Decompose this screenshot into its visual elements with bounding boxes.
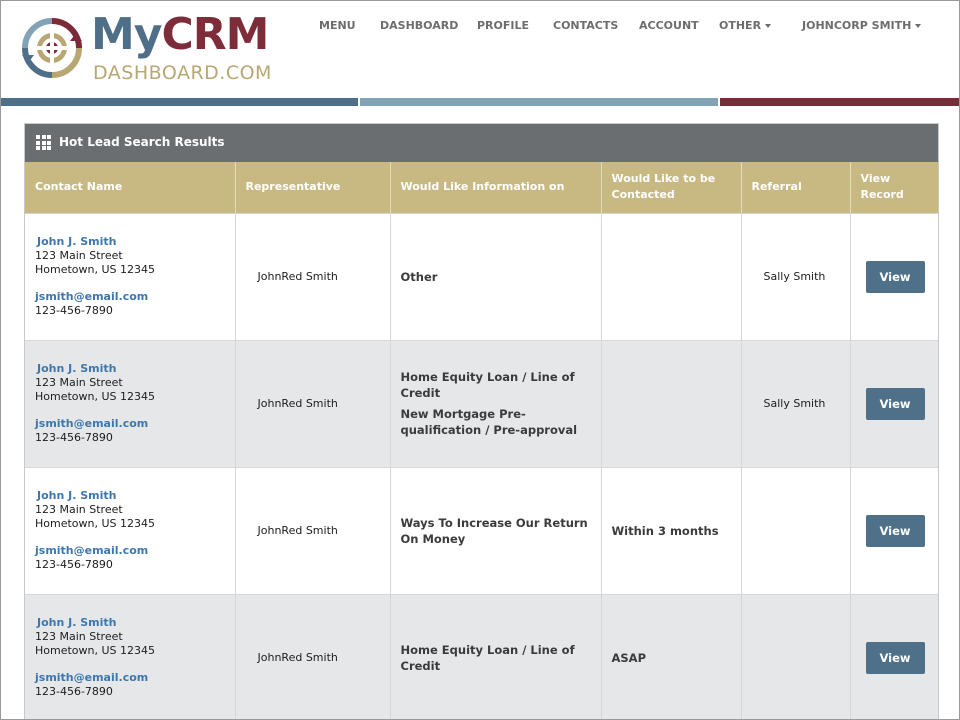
nav-other-dropdown[interactable]: OTHER (719, 19, 772, 32)
chevron-down-icon (915, 24, 922, 28)
nav-user-dropdown[interactable]: JOHNCORP SMITH (802, 19, 922, 32)
information-item: New Mortgage Pre-qualification / Pre-app… (400, 407, 578, 437)
table-row: John J. Smith 123 Main Street Hometown, … (25, 593, 938, 719)
results-table: Contact Name Representative Would Like I… (25, 162, 938, 719)
contact-name-link[interactable]: John J. Smith (37, 235, 225, 249)
information-cell: Home Equity Loan / Line of Credit (390, 593, 602, 719)
contact-street: 123 Main Street (35, 503, 123, 516)
contact-city: Hometown, US 12345 (35, 517, 156, 530)
chevron-down-icon (765, 24, 772, 28)
nav-user-label: JOHNCORP SMITH (802, 19, 912, 32)
contact-cell: John J. Smith 123 Main Street Hometown, … (25, 593, 236, 719)
accent-stripe-maroon (719, 98, 959, 106)
grid-icon (36, 135, 51, 150)
contact-cell: John J. Smith 123 Main Street Hometown, … (25, 339, 236, 467)
information-item: Home Equity Loan / Line of Credit (400, 642, 575, 673)
contact-email-link[interactable]: jsmith@email.com (35, 544, 225, 558)
nav-contacts[interactable]: CONTACTS (553, 19, 618, 32)
information-item: Other (400, 269, 438, 284)
brand-name-my: My (91, 9, 162, 60)
nav-other-label: OTHER (719, 19, 762, 32)
view-cell: View (850, 466, 938, 594)
table-row: John J. Smith 123 Main Street Hometown, … (25, 339, 938, 467)
contact-phone: 123-456-7890 (35, 304, 113, 317)
accent-stripe-blue (1, 98, 359, 106)
contact-phone: 123-456-7890 (35, 431, 113, 444)
brand-name: MyCRM (91, 9, 269, 61)
information-cell: Ways To Increase Our Return On Money (390, 466, 602, 594)
nav-profile[interactable]: PROFILE (477, 19, 529, 32)
brand-name-crm: CRM (161, 9, 269, 60)
contact-email-link[interactable]: jsmith@email.com (35, 290, 225, 304)
contact-name-link[interactable]: John J. Smith (37, 362, 225, 376)
referral-cell (741, 466, 851, 594)
stripe-divider (358, 98, 360, 106)
contact-cell: John J. Smith 123 Main Street Hometown, … (25, 466, 236, 594)
contact-cell: John J. Smith 123 Main Street Hometown, … (25, 212, 236, 340)
logo[interactable]: MyCRM DASHBOARD.COM (19, 9, 319, 86)
column-header-view-record[interactable]: View Record (850, 162, 938, 213)
panel-header: Hot Lead Search Results (25, 124, 938, 162)
contact-city: Hometown, US 12345 (35, 263, 156, 276)
representative-cell: JohnRed Smith (235, 466, 391, 594)
contact-street: 123 Main Street (35, 249, 123, 262)
column-header-referral[interactable]: Referral (741, 162, 851, 213)
contact-street: 123 Main Street (35, 630, 123, 644)
accent-stripe-light-blue (359, 98, 719, 106)
site-header: MyCRM DASHBOARD.COM MENU DASHBOARD PROFI… (1, 1, 959, 98)
contact-name-link[interactable]: John J. Smith (37, 616, 225, 630)
representative-cell: JohnRed Smith (235, 593, 391, 719)
view-cell: View (850, 212, 938, 340)
contact-city: Hometown, US 12345 (35, 644, 156, 658)
contact-phone: 123-456-7890 (35, 558, 113, 571)
results-panel: Hot Lead Search Results Contact Name Rep… (24, 123, 939, 719)
nav-account[interactable]: ACCOUNT (639, 19, 699, 32)
logo-emblem-icon (22, 18, 82, 78)
table-header-row: Contact Name Representative Would Like I… (25, 162, 938, 213)
nav-menu[interactable]: MENU (319, 19, 356, 32)
information-item: Ways To Increase Our Return On Money (400, 515, 588, 546)
contact-street: 123 Main Street (35, 376, 123, 389)
representative-cell: JohnRed Smith (235, 212, 391, 340)
contacted-cell (601, 339, 742, 467)
information-item: Home Equity Loan / Line of Credit (400, 370, 575, 400)
view-cell: View (850, 339, 938, 467)
contact-name-link[interactable]: John J. Smith (37, 489, 225, 503)
column-header-representative[interactable]: Representative (235, 162, 391, 213)
contact-city: Hometown, US 12345 (35, 390, 156, 403)
table-row: John J. Smith 123 Main Street Hometown, … (25, 212, 938, 340)
information-cell: Home Equity Loan / Line of Credit New Mo… (390, 339, 602, 467)
column-header-information[interactable]: Would Like Information on (390, 162, 602, 213)
column-header-contacted[interactable]: Would Like to be Contacted (601, 162, 742, 213)
representative-cell: JohnRed Smith (235, 339, 391, 467)
referral-cell (741, 593, 851, 719)
nav-dashboard[interactable]: DASHBOARD (380, 19, 458, 32)
contact-email-link[interactable]: jsmith@email.com (35, 417, 225, 431)
information-cell: Other (390, 212, 602, 340)
referral-cell: Sally Smith (741, 339, 851, 467)
view-button[interactable]: View (865, 260, 925, 293)
referral-cell: Sally Smith (741, 212, 851, 340)
view-button[interactable]: View (865, 387, 925, 420)
table-row: John J. Smith 123 Main Street Hometown, … (25, 466, 938, 594)
contacted-cell: Within 3 months (601, 466, 742, 594)
view-button[interactable]: View (865, 514, 925, 547)
view-cell: View (850, 593, 938, 719)
view-button[interactable]: View (865, 641, 925, 674)
contacted-cell (601, 212, 742, 340)
contact-email-link[interactable]: jsmith@email.com (35, 671, 225, 685)
contacted-cell: ASAP (601, 593, 742, 719)
contact-phone: 123-456-7890 (35, 685, 113, 699)
brand-subtitle: DASHBOARD.COM (93, 62, 272, 84)
stripe-divider (718, 98, 720, 106)
panel-title: Hot Lead Search Results (59, 135, 225, 149)
column-header-contact-name[interactable]: Contact Name (25, 162, 236, 213)
app-window: MyCRM DASHBOARD.COM MENU DASHBOARD PROFI… (0, 0, 960, 720)
